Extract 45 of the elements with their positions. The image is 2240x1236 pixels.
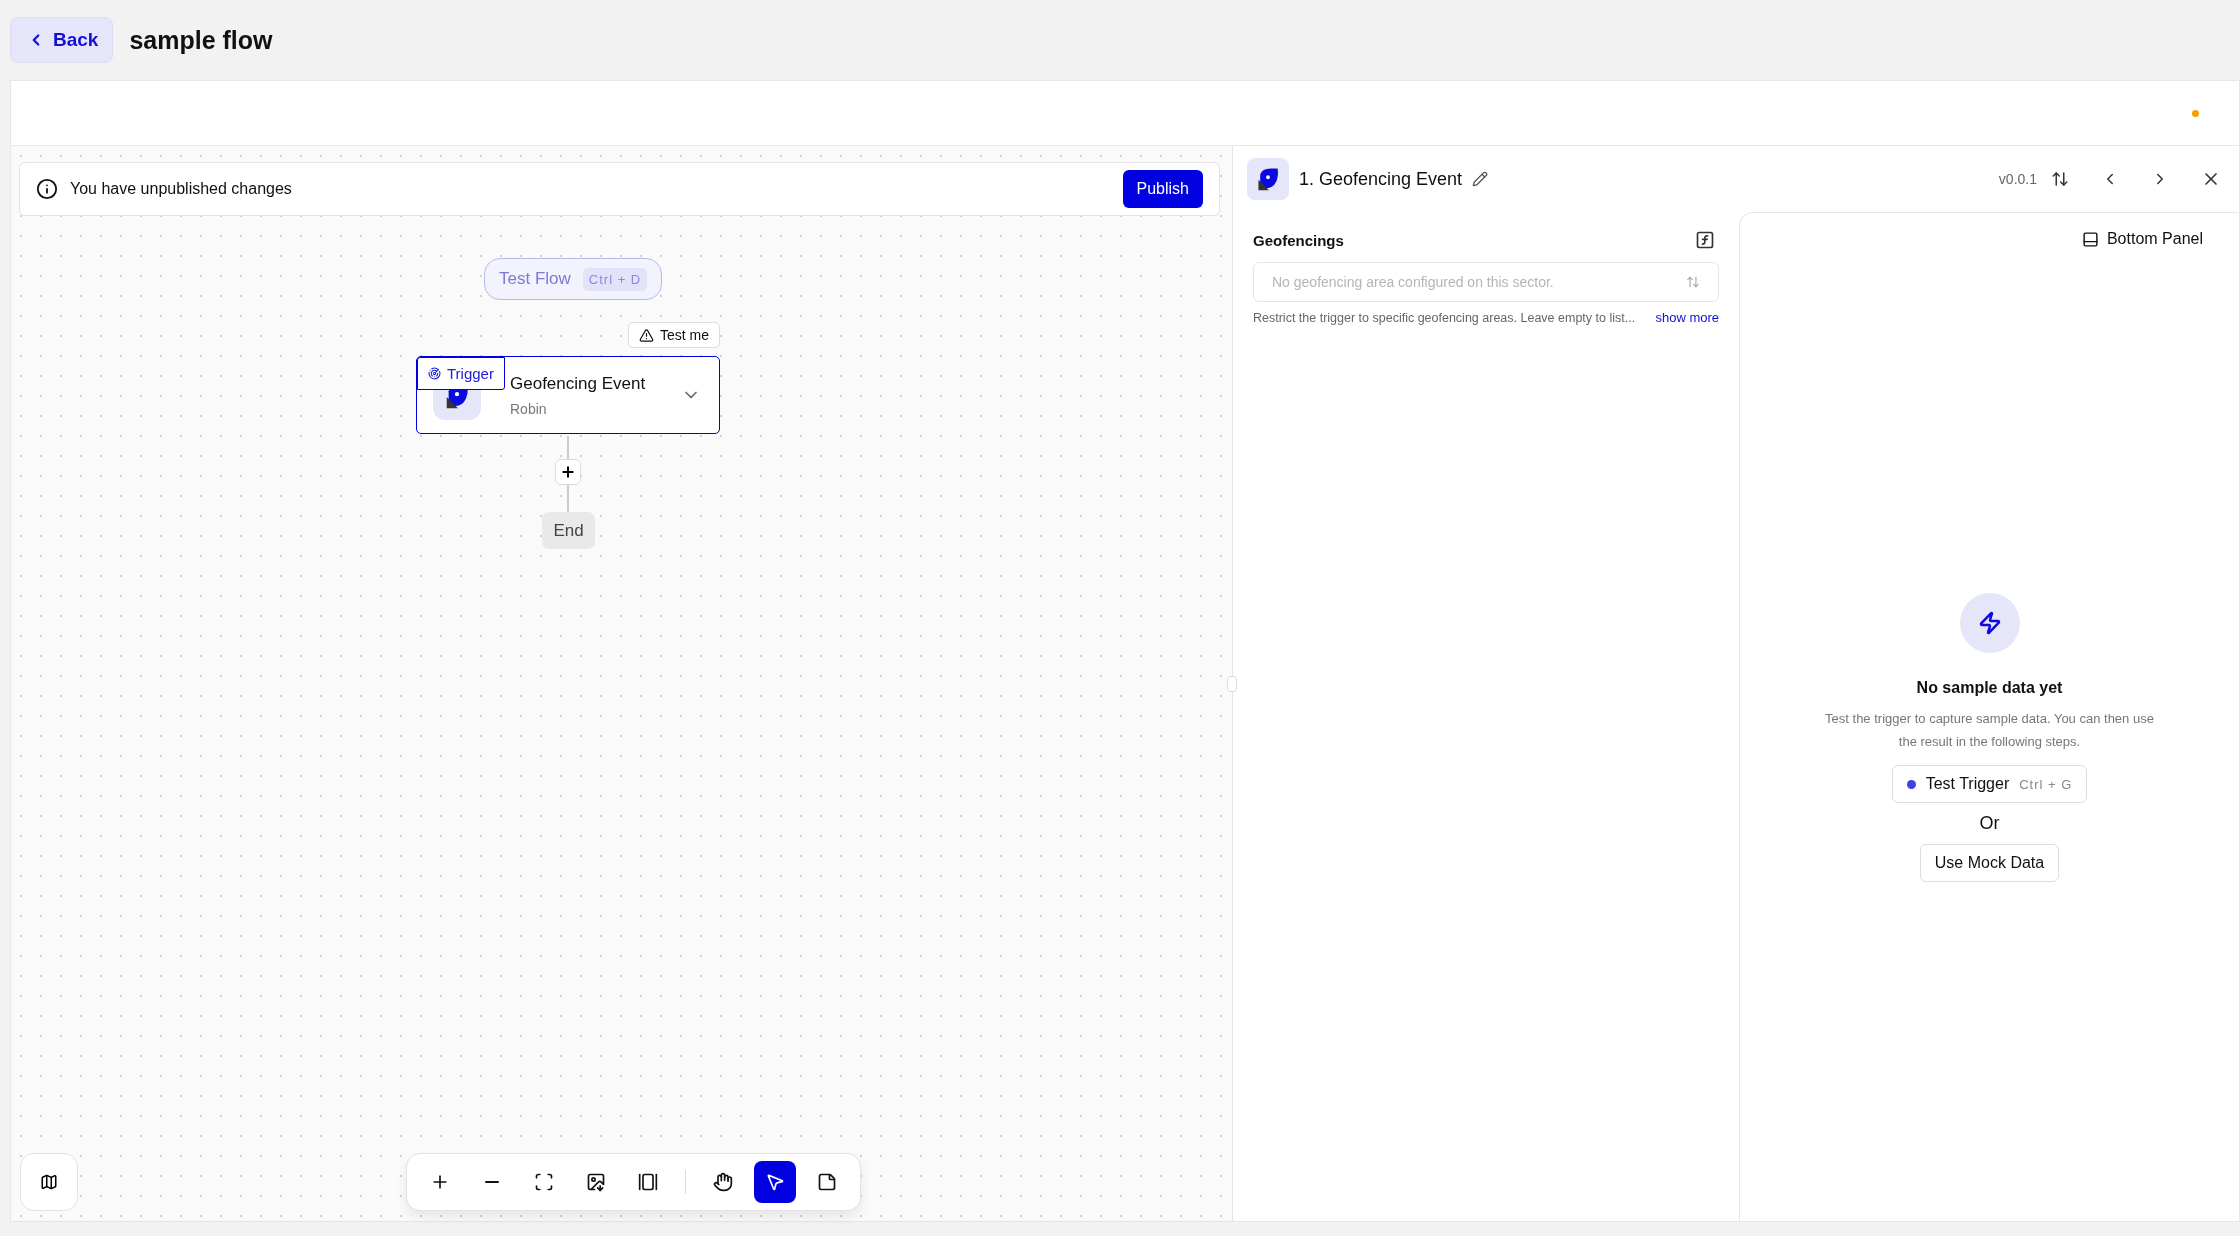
note-icon (817, 1172, 837, 1192)
hand-icon (713, 1172, 733, 1192)
show-more-link[interactable]: show more (1655, 310, 1719, 325)
sort-icon (1686, 275, 1700, 289)
panel-title: 1. Geofencing Event (1299, 168, 1463, 190)
image-download-icon (586, 1172, 606, 1192)
test-trigger-button[interactable]: Test Trigger Ctrl + G (1891, 765, 2088, 803)
swap-icon (2051, 170, 2069, 188)
radar-icon (428, 367, 441, 380)
function-icon (1695, 230, 1715, 250)
status-dot (2192, 109, 2199, 117)
panels-icon (638, 1172, 658, 1192)
pointer-tool[interactable] (754, 1161, 796, 1203)
field-help: Restrict the trigger to specific geofencing areas. Leave empty to list... (1253, 310, 1636, 325)
use-mock-data-button[interactable]: Use Mock Data (1919, 844, 2060, 882)
step-title: Geofencing Event (510, 374, 647, 394)
empty-title: No sample data yet (1916, 679, 2063, 697)
pointer-icon (765, 1172, 785, 1192)
info-icon (36, 178, 58, 200)
fit-view-icon (534, 1172, 554, 1192)
publish-button[interactable]: Publish (1122, 170, 1203, 208)
warning-icon (639, 327, 654, 343)
back-button[interactable]: Back (10, 17, 114, 63)
field-label: Geofencings (1253, 231, 1344, 249)
empty-description: Test the trigger to capture sample data. You can then use the result in the following steps. (1824, 710, 2155, 751)
lightning-icon (1977, 611, 2002, 635)
or-label: Or (1979, 813, 2000, 834)
end-node: End (542, 512, 595, 549)
trigger-step-node[interactable]: Geofencing Event Robin Trigger (416, 356, 720, 434)
logo-icon (1255, 166, 1281, 192)
banner-message: You have unpublished changes (70, 180, 292, 198)
step-subtitle: Robin (510, 401, 548, 417)
bottom-panel-button[interactable]: Bottom Panel (2075, 229, 2209, 249)
plus-icon (560, 464, 576, 480)
trigger-badge: Trigger (417, 357, 505, 390)
minimap-button[interactable] (20, 1153, 78, 1211)
resize-handle[interactable] (1227, 676, 1237, 692)
add-step-button[interactable] (555, 459, 581, 485)
version-label: v0.0.1 (1998, 171, 2037, 187)
flow-title: sample flow (129, 25, 273, 55)
panel-bottom-icon (2081, 230, 2099, 248)
map-icon (40, 1173, 58, 1191)
edit-icon[interactable] (1472, 171, 1489, 187)
status-dot (1906, 779, 1916, 789)
test-me-button[interactable]: Test me (628, 322, 720, 348)
